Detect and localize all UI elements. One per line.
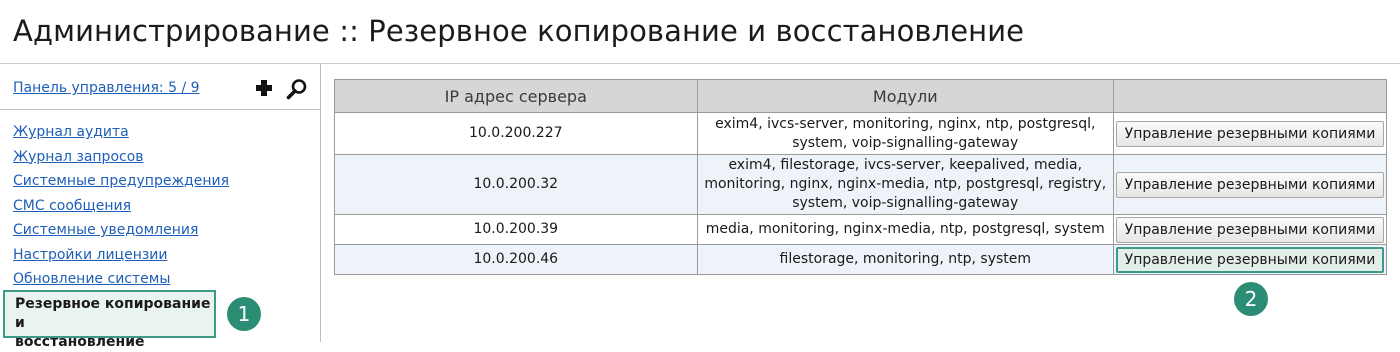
sidebar-item-sms-messages[interactable]: СМС сообщения — [13, 197, 229, 222]
table-row: 10.0.200.32 exim4, filestorage, ivcs-ser… — [334, 154, 1388, 215]
column-header-ip: IP адрес сервера — [334, 79, 698, 113]
modules-line: media, monitoring, nginx-media, ntp, pos… — [705, 221, 1105, 237]
modules-line: exim4, filestorage, ivcs-server, keepali… — [728, 157, 1083, 173]
sidebar-menu: Журнал аудита Журнал запросов Системные … — [13, 123, 229, 295]
sidebar-item-system-notifications[interactable]: Системные уведомления — [13, 221, 229, 246]
modules-line: monitoring, nginx, nginx-media, ntp, pos… — [704, 176, 1107, 192]
manage-backups-button[interactable]: Управление резервными копиями — [1115, 246, 1384, 273]
ip-cell: 10.0.200.227 — [334, 112, 698, 155]
control-panel-link[interactable]: Панель управления: 5 / 9 — [13, 80, 200, 96]
table-row: 10.0.200.39 media, monitoring, nginx-med… — [334, 214, 1388, 245]
actions-cell: Управление резервными копиями — [1112, 244, 1388, 275]
column-header-actions — [1112, 79, 1388, 113]
servers-table: IP адрес сервера Модули 10.0.200.227 exi… — [334, 79, 1388, 275]
plus-icon[interactable] — [254, 78, 274, 102]
modules-line: exim4, ivcs-server, monitoring, nginx, n… — [715, 115, 1096, 132]
modules-cell: exim4, ivcs-server, monitoring, nginx, n… — [696, 112, 1114, 155]
search-icon[interactable] — [286, 78, 308, 104]
column-header-modules: Модули — [696, 79, 1114, 113]
modules-line: filestorage, monitoring, ntp, system — [779, 251, 1032, 267]
ip-cell: 10.0.200.32 — [334, 154, 698, 215]
table-row: 10.0.200.227 exim4, ivcs-server, monitor… — [334, 112, 1388, 155]
ip-cell: 10.0.200.46 — [334, 244, 698, 275]
actions-cell: Управление резервными копиями — [1112, 154, 1388, 215]
sidebar-item-license-settings[interactable]: Настройки лицензии — [13, 246, 229, 271]
callout-badge-2: 2 — [1234, 282, 1268, 316]
sidebar-item-backup-restore[interactable]: Резервное копирование и восстановление — [3, 290, 216, 350]
modules-line: system, voip-signalling-gateway — [792, 195, 1019, 211]
sidebar-item-label-line1: Резервное копирование и — [15, 296, 211, 331]
sidebar: Панель управления: 5 / 9 Журнал аудита Ж… — [0, 64, 321, 350]
actions-cell: Управление резервными копиями — [1112, 214, 1388, 245]
page-title: Администрирование :: Резервное копирован… — [13, 14, 1025, 48]
actions-cell: Управление резервными копиями — [1112, 112, 1388, 155]
modules-cell: filestorage, monitoring, ntp, system — [696, 244, 1114, 275]
sidebar-item-label-line2: восстановление — [15, 334, 145, 350]
manage-backups-button[interactable]: Управление резервными копиями — [1115, 120, 1384, 147]
sidebar-item-system-warnings[interactable]: Системные предупреждения — [13, 172, 229, 197]
modules-cell: exim4, filestorage, ivcs-server, keepali… — [696, 154, 1114, 215]
callout-badge-1: 1 — [227, 297, 261, 331]
manage-backups-button[interactable]: Управление резервными копиями — [1115, 216, 1384, 243]
ip-cell: 10.0.200.39 — [334, 214, 698, 245]
sidebar-item-request-log[interactable]: Журнал запросов — [13, 148, 229, 173]
table-row: 10.0.200.46 filestorage, monitoring, ntp… — [334, 244, 1388, 275]
manage-backups-button[interactable]: Управление резервными копиями — [1115, 171, 1384, 198]
modules-cell: media, monitoring, nginx-media, ntp, pos… — [696, 214, 1114, 245]
modules-line: system, voip-signalling-gateway — [792, 134, 1019, 151]
table-header-row: IP адрес сервера Модули — [334, 79, 1388, 113]
sidebar-divider — [0, 109, 320, 110]
sidebar-item-audit-log[interactable]: Журнал аудита — [13, 123, 229, 148]
